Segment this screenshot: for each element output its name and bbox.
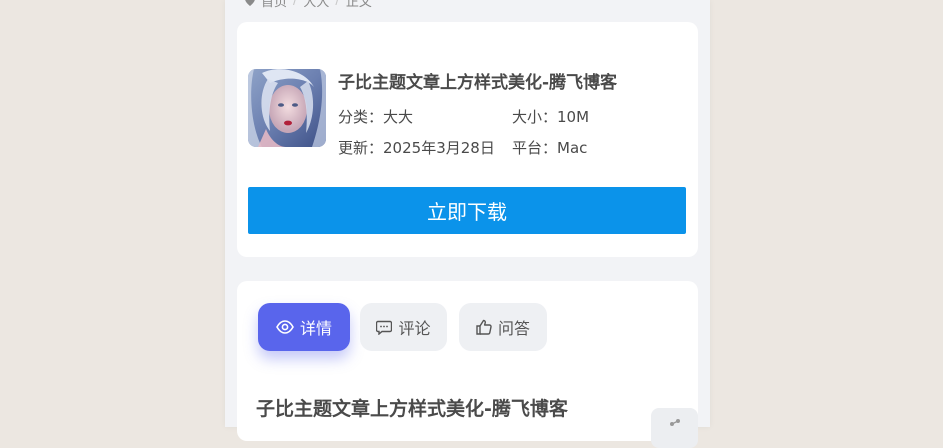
platform-meta: 平台：Mac <box>512 137 587 158</box>
breadcrumb-home[interactable]: 首页 <box>261 0 287 10</box>
comment-icon <box>376 320 393 335</box>
article-card: 详情 评论 问答 子比主题文章上方样式美化-腾飞博客 <box>237 281 698 441</box>
size-meta: 大小：10M <box>512 106 589 127</box>
breadcrumb-current: 正文 <box>345 0 372 10</box>
breadcrumb: 首页 / 大大 / 正文 <box>245 0 372 10</box>
category-value[interactable]: 大大 <box>383 108 413 126</box>
map-pin-icon <box>245 0 255 6</box>
eye-icon <box>276 320 294 334</box>
download-button[interactable]: 立即下载 <box>248 187 686 234</box>
updated-meta: 更新：2025年3月28日 <box>338 137 495 158</box>
thumbs-up-icon <box>476 319 492 335</box>
breadcrumb-separator: / <box>293 0 298 8</box>
category-label: 分类： <box>338 108 384 126</box>
tab-qa-label: 问答 <box>497 319 530 338</box>
platform-label: 平台： <box>512 139 558 157</box>
platform-value: Mac <box>557 139 588 157</box>
category-meta: 分类：大大 <box>338 106 413 127</box>
updated-value: 2025年3月28日 <box>383 139 495 157</box>
tab-comments[interactable]: 评论 <box>360 303 447 351</box>
tab-details-label: 详情 <box>299 319 332 338</box>
article-title: 子比主题文章上方样式美化-腾飞博客 <box>256 398 568 420</box>
download-card: 子比主题文章上方样式美化-腾飞博客 分类：大大 大小：10M 更新：2025年3… <box>237 22 698 257</box>
size-label: 大小： <box>512 108 558 126</box>
breadcrumb-separator: / <box>335 0 340 8</box>
tab-comments-label: 评论 <box>398 319 431 338</box>
floating-action-button[interactable] <box>651 408 698 448</box>
tab-details[interactable]: 详情 <box>258 303 350 351</box>
breadcrumb-category[interactable]: 大大 <box>303 0 329 10</box>
tab-qa[interactable]: 问答 <box>459 303 547 351</box>
updated-label: 更新： <box>338 139 384 157</box>
app-title: 子比主题文章上方样式美化-腾飞博客 <box>338 73 618 93</box>
size-value: 10M <box>557 108 590 126</box>
app-thumbnail <box>248 69 326 147</box>
